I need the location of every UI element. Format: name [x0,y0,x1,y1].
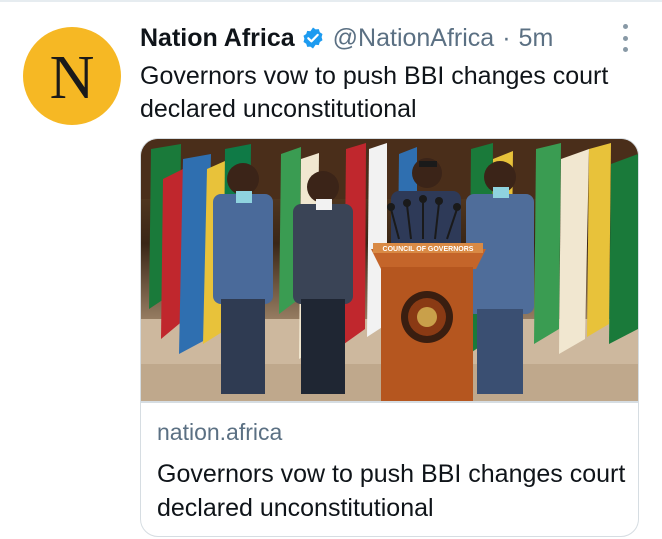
card-domain: nation.africa [157,419,283,445]
card-title[interactable]: Governors vow to push BBI changes court … [157,457,627,525]
more-dot [622,35,628,41]
timestamp[interactable]: 5m [519,24,554,53]
more-dot [622,47,628,52]
separator-dot: · [502,23,511,52]
podium-label: COUNCIL OF GOVERNORS [383,246,474,253]
more-options-icon[interactable] [615,24,635,52]
tweet[interactable]: N Nation Africa @NationAfrica · 5m Gover… [0,0,662,539]
link-card[interactable]: COUNCIL OF GOVERNORS nation.africa Gover… [140,138,639,537]
avatar-logo-letter: N [49,44,95,112]
verified-badge-icon [303,27,323,49]
press-conference-photo: COUNCIL OF GOVERNORS [141,139,638,401]
card-divider [141,401,638,403]
handle[interactable]: @NationAfrica [333,24,495,53]
avatar[interactable]: N [23,27,121,125]
tweet-text: Governors vow to push BBI changes court … [140,62,609,123]
card-image[interactable]: COUNCIL OF GOVERNORS [141,139,638,401]
display-name[interactable]: Nation Africa [140,24,295,53]
more-dot [622,24,628,29]
tweet-header: Nation Africa @NationAfrica · 5m [140,20,553,56]
